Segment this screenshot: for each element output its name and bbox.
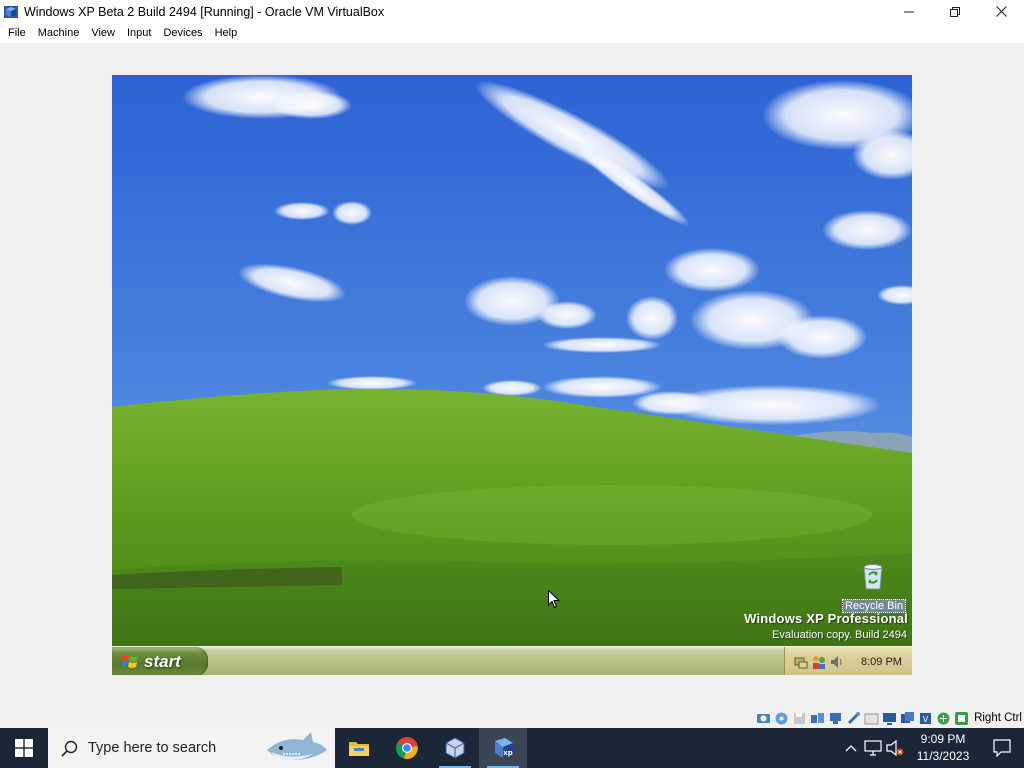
host-time: 9:09 PM: [920, 732, 966, 746]
shared-folders-icon[interactable]: [864, 711, 879, 726]
notification-icon: [993, 739, 1011, 757]
svg-text:xp: xp: [503, 749, 513, 757]
minimize-icon: [904, 11, 914, 12]
mouse-integration-icon[interactable]: [936, 711, 951, 726]
network-icon: [864, 740, 882, 756]
bliss-wallpaper: [112, 75, 912, 675]
keyboard-icon[interactable]: [954, 711, 969, 726]
windows-logo-icon: [15, 739, 33, 757]
menu-machine[interactable]: Machine: [33, 27, 85, 39]
audio-icon[interactable]: [810, 711, 825, 726]
hard-disk-icon[interactable]: [756, 711, 771, 726]
menu-input[interactable]: Input: [122, 27, 156, 39]
mouse-cursor-icon: [548, 590, 560, 609]
xp-start-button[interactable]: start: [112, 647, 208, 675]
floppy-icon[interactable]: [792, 711, 807, 726]
file-explorer-taskbar-button[interactable]: [335, 728, 383, 768]
restore-button[interactable]: [932, 0, 978, 23]
guest-screen[interactable]: Recycle Bin Windows XP Professional Eval…: [112, 75, 912, 675]
start-label: start: [144, 651, 181, 671]
menu-help[interactable]: Help: [210, 27, 243, 39]
virtualbox-app-icon: [4, 5, 18, 18]
close-button[interactable]: [978, 0, 1024, 23]
host-search-box[interactable]: Type here to search: [48, 728, 335, 768]
show-hidden-icons-button[interactable]: [840, 728, 862, 768]
minimize-button[interactable]: [886, 0, 932, 23]
search-highlight-shark-icon: [267, 732, 327, 760]
file-explorer-icon: [349, 742, 369, 756]
host-start-button[interactable]: [0, 728, 48, 768]
xp-clock: 8:09 PM: [861, 655, 902, 668]
host-clock[interactable]: 9:09 PM 11/3/2023: [906, 731, 980, 765]
menu-view[interactable]: View: [86, 27, 120, 39]
build-watermark: Evaluation copy. Build 2494: [772, 629, 907, 641]
search-placeholder: Type here to search: [88, 740, 217, 756]
chevron-up-icon: [845, 745, 857, 752]
people-icon[interactable]: [811, 654, 827, 670]
network-status-button[interactable]: [862, 728, 884, 768]
edition-watermark: Windows XP Professional: [744, 611, 908, 626]
close-icon: [995, 6, 1007, 17]
menu-bar: File Machine View Input Devices Help: [0, 23, 1024, 43]
optical-drive-icon[interactable]: [774, 711, 789, 726]
host-date: 11/3/2023: [916, 749, 970, 763]
xp-system-tray: 8:09 PM: [784, 647, 912, 675]
chrome-icon: [396, 737, 418, 759]
xp-vm-taskbar-button[interactable]: xp: [479, 728, 527, 768]
menu-devices[interactable]: Devices: [158, 27, 207, 39]
action-center-button[interactable]: [980, 728, 1024, 768]
search-icon: [61, 740, 78, 757]
recycle-bin-icon: [863, 564, 883, 590]
usb-icon[interactable]: [846, 711, 861, 726]
windows-flag-icon: [121, 654, 138, 668]
host-key-label: Right Ctrl: [974, 712, 1022, 724]
host-system-tray: 9:09 PM 11/3/2023: [840, 728, 1024, 768]
volume-muted-icon: [886, 740, 904, 756]
recycle-bin-desktop-icon[interactable]: Recycle Bin: [842, 561, 907, 614]
vbox-status-bar: V Right Ctrl: [756, 709, 1022, 727]
network-icon[interactable]: [828, 711, 843, 726]
xp-vm-icon: xp: [495, 738, 513, 758]
host-taskbar: Type here to search xp 9:09 PM 11/3/2023: [0, 728, 1024, 768]
menu-file[interactable]: File: [3, 27, 31, 39]
display-icon[interactable]: [882, 711, 897, 726]
restore-icon: [950, 6, 960, 17]
video-capture-icon[interactable]: [900, 711, 915, 726]
window-titlebar: Windows XP Beta 2 Build 2494 [Running] -…: [0, 0, 1024, 23]
svg-text:V: V: [923, 715, 929, 724]
volume-icon[interactable]: [829, 654, 845, 670]
virtualbox-manager-icon: [445, 737, 465, 759]
network-icon[interactable]: [793, 654, 809, 670]
cpu-icon[interactable]: V: [918, 711, 933, 726]
xp-taskbar: start 8:09 PM: [112, 646, 912, 675]
window-title: Windows XP Beta 2 Build 2494 [Running] -…: [24, 4, 385, 19]
virtualbox-manager-taskbar-button[interactable]: [431, 728, 479, 768]
chrome-taskbar-button[interactable]: [383, 728, 431, 768]
volume-button[interactable]: [884, 728, 906, 768]
